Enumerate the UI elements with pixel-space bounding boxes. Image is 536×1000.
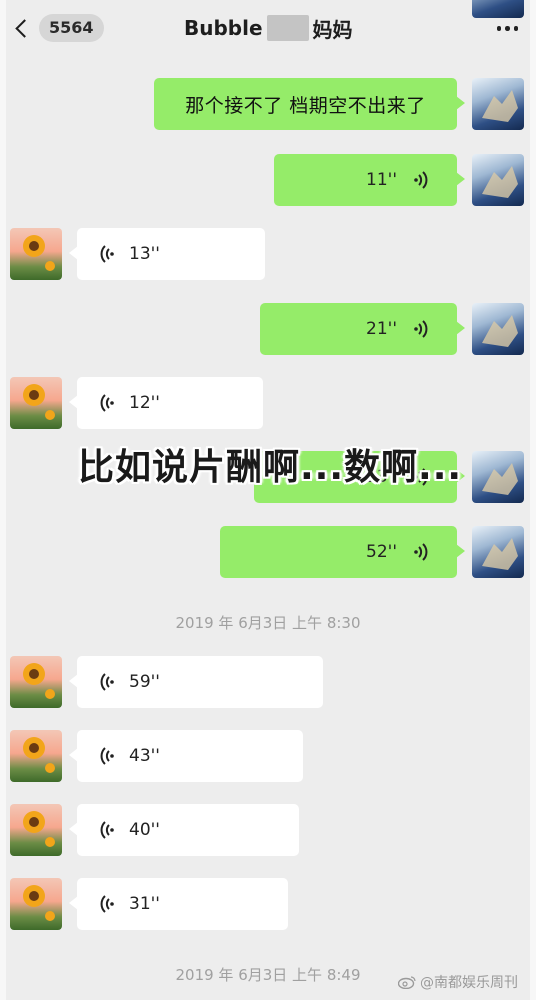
weibo-icon	[398, 976, 416, 989]
voice-message-incoming[interactable]: 12''	[69, 377, 263, 429]
voice-message-incoming[interactable]: 43''	[69, 730, 303, 782]
avatar-image	[482, 538, 518, 570]
watermark: @南都娱乐周刊	[398, 972, 518, 992]
avatar-contact[interactable]	[10, 656, 62, 708]
chat-header: 5564 Bubble 妈妈	[6, 0, 530, 56]
avatar-image	[482, 463, 518, 495]
chat-screen: 5564 Bubble 妈妈 那个接不了 档期空不出来了 11'' 13'' 2…	[6, 0, 530, 1000]
voice-duration: 59''	[129, 672, 160, 692]
avatar-self[interactable]	[472, 526, 524, 578]
voice-message-outgoing[interactable]: 52''	[220, 526, 465, 578]
voice-duration: 31''	[129, 894, 160, 914]
voice-wave-icon	[100, 895, 114, 913]
voice-wave-icon	[414, 543, 428, 561]
avatar-image	[482, 315, 518, 347]
frame-right-edge	[530, 0, 536, 1000]
voice-duration: 12''	[129, 393, 160, 413]
voice-wave-icon	[414, 320, 428, 338]
sunflower-avatar-image	[23, 737, 55, 773]
avatar-self[interactable]	[472, 451, 524, 503]
voice-wave-icon	[414, 171, 428, 189]
voice-message-incoming[interactable]: 40''	[69, 804, 299, 856]
more-icon[interactable]	[496, 26, 518, 31]
voice-wave-icon	[100, 747, 114, 765]
avatar-contact[interactable]	[10, 228, 62, 280]
watermark-text: @南都娱乐周刊	[420, 975, 518, 991]
chat-title-suffix: 妈妈	[312, 17, 353, 42]
voice-duration: 52''	[366, 542, 397, 562]
voice-duration: 40''	[129, 820, 160, 840]
chat-title-prefix: Bubble	[184, 16, 263, 40]
avatar-image	[482, 166, 518, 198]
chat-timestamp: 2019 年 6月3日 上午 8:30	[175, 614, 361, 632]
avatar-self[interactable]	[472, 154, 524, 206]
voice-message-incoming[interactable]: 13''	[69, 228, 265, 280]
video-subtitle-caption: 比如说片酬啊...数啊...	[78, 447, 463, 488]
sunflower-avatar-image	[23, 384, 55, 420]
sunflower-avatar-image	[23, 885, 55, 921]
voice-wave-icon	[100, 394, 114, 412]
voice-message-outgoing[interactable]: 21''	[260, 303, 465, 355]
message-text-outgoing[interactable]: 那个接不了 档期空不出来了	[154, 78, 465, 130]
sunflower-avatar-image	[23, 663, 55, 699]
voice-duration: 43''	[129, 746, 160, 766]
avatar-contact[interactable]	[10, 878, 62, 930]
unread-count-badge: 5564	[39, 14, 104, 42]
avatar-self[interactable]	[472, 0, 524, 18]
voice-message-outgoing[interactable]: 11''	[274, 154, 465, 206]
chat-title: Bubble 妈妈	[184, 14, 353, 42]
back-button[interactable]: 5564	[12, 12, 104, 44]
sunflower-avatar-image	[23, 811, 55, 847]
back-chevron-icon	[15, 18, 34, 38]
avatar-contact[interactable]	[10, 730, 62, 782]
voice-wave-icon	[100, 673, 114, 691]
avatar-contact[interactable]	[10, 804, 62, 856]
voice-wave-icon	[100, 821, 114, 839]
redacted-name-block	[266, 15, 309, 41]
avatar-contact[interactable]	[10, 377, 62, 429]
voice-wave-icon	[100, 245, 114, 263]
avatar-self[interactable]	[472, 78, 524, 130]
avatar-self[interactable]	[472, 303, 524, 355]
voice-duration: 13''	[129, 244, 160, 264]
voice-duration: 21''	[366, 319, 397, 339]
sunflower-avatar-image	[23, 235, 55, 271]
voice-message-incoming[interactable]: 31''	[69, 878, 288, 930]
avatar-image	[482, 90, 518, 122]
message-text: 那个接不了 档期空不出来了	[185, 94, 426, 117]
voice-message-incoming[interactable]: 59''	[69, 656, 323, 708]
voice-duration: 11''	[366, 170, 397, 190]
